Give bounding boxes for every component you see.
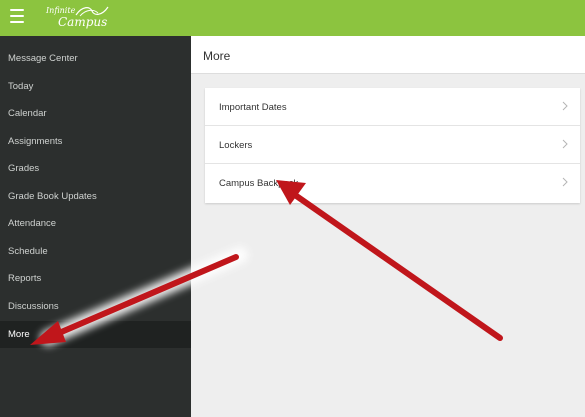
top-bar: Infinite Campus: [0, 0, 585, 36]
sidebar-nav: Message Center Today Calendar Assignment…: [0, 36, 191, 417]
sidebar-item-assignments[interactable]: Assignments: [0, 128, 191, 155]
sidebar-item-label: More: [8, 329, 30, 340]
list-item-campus-backpack[interactable]: Campus Backpack: [205, 164, 580, 202]
sidebar-item-label: Discussions: [8, 301, 59, 312]
sidebar-item-more[interactable]: More: [0, 321, 191, 348]
chevron-right-icon: [562, 101, 568, 111]
sidebar-item-label: Schedule: [8, 246, 48, 257]
list-item-important-dates[interactable]: Important Dates: [205, 88, 580, 126]
list-item-label: Campus Backpack: [219, 178, 299, 189]
logo-text-infinite: Infinite: [46, 6, 76, 15]
sidebar-item-grades[interactable]: Grades: [0, 155, 191, 182]
sidebar-item-label: Calendar: [8, 108, 47, 119]
sidebar-item-attendance[interactable]: Attendance: [0, 210, 191, 237]
logo-text-campus: Campus: [58, 15, 108, 29]
chevron-right-icon: [562, 139, 568, 149]
hamburger-menu-icon[interactable]: [10, 9, 24, 23]
sidebar-item-label: Grade Book Updates: [8, 191, 97, 202]
page-header: More: [191, 36, 585, 74]
sidebar-item-today[interactable]: Today: [0, 73, 191, 100]
sidebar-item-schedule[interactable]: Schedule: [0, 238, 191, 265]
sidebar-item-label: Message Center: [8, 53, 78, 64]
sidebar-item-calendar[interactable]: Calendar: [0, 100, 191, 127]
list-item-label: Important Dates: [219, 102, 287, 113]
sidebar-item-discussions[interactable]: Discussions: [0, 293, 191, 320]
sidebar-item-label: Assignments: [8, 136, 63, 147]
sidebar-item-reports[interactable]: Reports: [0, 265, 191, 292]
list-item-label: Lockers: [219, 140, 253, 151]
sidebar-item-label: Reports: [8, 273, 42, 284]
sidebar-item-label: Attendance: [8, 218, 57, 229]
sidebar-item-label: Today: [8, 81, 34, 92]
sidebar-item-grade-book-updates[interactable]: Grade Book Updates: [0, 183, 191, 210]
sidebar-item-message-center[interactable]: Message Center: [0, 45, 191, 72]
sidebar-item-label: Grades: [8, 163, 40, 174]
main-content: More Important Dates Lockers Campus Back…: [191, 36, 585, 417]
list-item-lockers[interactable]: Lockers: [205, 126, 580, 164]
more-options-card: Important Dates Lockers Campus Backpack: [205, 88, 580, 203]
chevron-right-icon: [562, 177, 568, 187]
page-title: More: [203, 49, 231, 63]
